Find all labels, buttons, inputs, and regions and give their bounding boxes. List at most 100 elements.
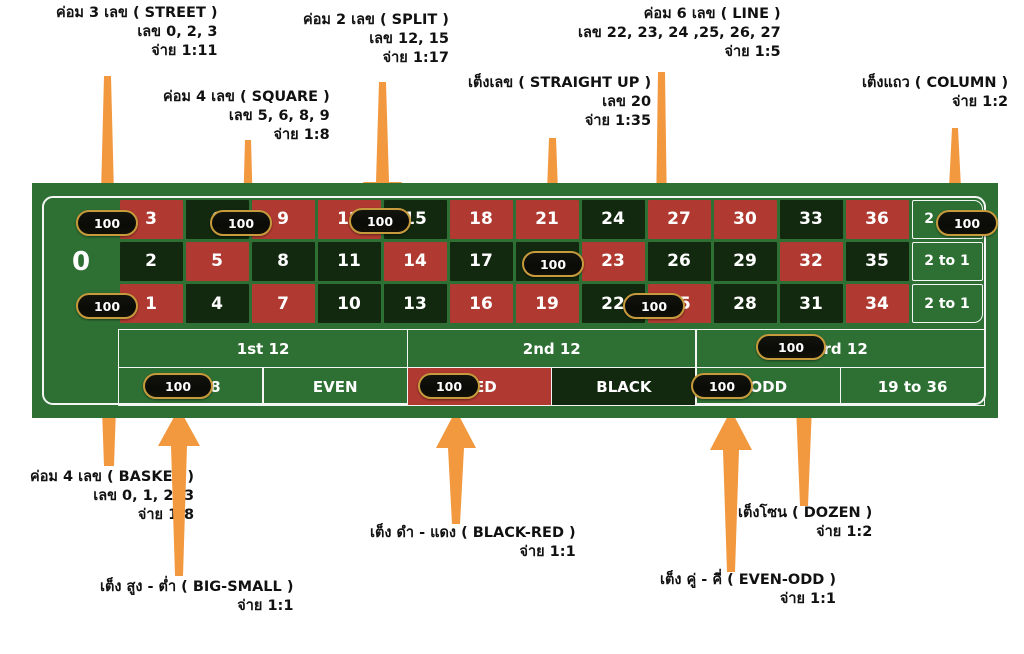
bet-cell-23[interactable]: 23 [581,241,645,282]
chip-value: 100 [227,215,255,231]
callout-payout: จ่าย 1:2 [951,94,1009,110]
bet-cell-13[interactable]: 13 [383,284,447,324]
bet-cell-4[interactable]: 4 [185,284,249,324]
chip-value: 100 [953,215,981,231]
number-label: 5 [211,251,223,272]
number-label: 22 [601,293,625,314]
number-label: 23 [601,251,625,272]
dozen-label: 2nd 12 [522,339,581,358]
callout-title: ค่อม 4 เลข ( SQUARE ) [163,89,330,105]
bet-cell-26[interactable]: 26 [647,241,711,282]
chip-red[interactable]: 100 [418,373,480,399]
number-label: 16 [469,293,493,314]
callout-payout: จ่าย 1:5 [724,44,781,60]
outside-bet-black[interactable]: BLACK [550,367,697,406]
dozen-label: 1st 12 [236,339,290,358]
chip-value: 100 [539,256,567,272]
bet-cell-30[interactable]: 30 [713,199,777,239]
roulette-betting-layout: 0 32165498712111015141318171621201924232… [32,183,998,418]
chip-low-1-to-18[interactable]: 100 [143,373,213,399]
bet-cell-33[interactable]: 33 [779,199,843,239]
callout-straight-up: เต็งเลข ( STRAIGHT UP ) เลข 20 จ่าย 1:35 [468,74,651,131]
number-label: 7 [277,293,289,314]
column-bet-3[interactable]: 2 to 1 [911,284,983,324]
number-label: 11 [337,251,361,272]
bet-cell-19[interactable]: 19 [515,284,579,324]
chip-street-0-2-3[interactable]: 100 [76,210,138,236]
chip-dozen-3rd[interactable]: 100 [756,334,826,360]
chip-split-12-15[interactable]: 100 [349,208,411,234]
number-label: 4 [211,293,223,314]
callout-numbers: เลข 12, 15 [369,31,449,47]
outside-bet-label: EVEN [312,377,358,396]
callout-split: ค่อม 2 เลข ( SPLIT ) เลข 12, 15 จ่าย 1:1… [303,11,449,68]
bet-cell-14[interactable]: 14 [383,241,447,282]
bet-cell-27[interactable]: 27 [647,199,711,239]
dozen-bet-2[interactable]: 2nd 12 [406,329,697,368]
callout-square: ค่อม 4 เลข ( SQUARE ) เลข 5, 6, 8, 9 จ่า… [163,88,330,145]
number-label: 13 [403,293,427,314]
outside-bet-even[interactable]: EVEN [262,367,409,406]
bet-cell-2[interactable]: 2 [119,241,183,282]
chip-value: 100 [640,298,668,314]
callout-even-odd: เต็ง คู่ - คี่ ( EVEN-ODD ) จ่าย 1:1 [660,571,836,609]
callout-black-red: เต็ง ดำ - แดง ( BLACK-RED ) จ่าย 1:1 [370,524,576,562]
number-column: 18 17 16 [448,198,514,325]
number-label: 31 [799,293,823,314]
number-label: 32 [799,251,823,272]
numbers-grid: 0 32165498712111015141318171621201924232… [44,198,984,325]
outside-bet-label: BLACK [596,377,652,396]
chip-value: 100 [777,339,805,355]
chip-column-top[interactable]: 100 [936,210,998,236]
bet-cell-29[interactable]: 29 [713,241,777,282]
number-label: 21 [535,209,559,230]
bet-cell-35[interactable]: 35 [845,241,909,282]
dozen-bet-1[interactable]: 1st 12 [118,329,409,368]
bet-cell-28[interactable]: 28 [713,284,777,324]
bet-cell-8[interactable]: 8 [251,241,315,282]
arrow-big-small [150,404,208,576]
number-label: 17 [469,251,493,272]
number-label: 24 [601,209,625,230]
chip-square-5-6-8-9[interactable]: 100 [210,210,272,236]
bet-cell-24[interactable]: 24 [581,199,645,239]
column-bet-label: 2 to 1 [924,253,970,270]
callout-payout: จ่าย 1:1 [237,598,294,614]
bet-cell-7[interactable]: 7 [251,284,315,324]
bet-cell-17[interactable]: 17 [449,241,513,282]
callout-payout: จ่าย 1:11 [151,43,218,59]
bet-cell-34[interactable]: 34 [845,284,909,324]
bet-cell-11[interactable]: 11 [317,241,381,282]
number-label: 8 [277,251,289,272]
bet-cell-18[interactable]: 18 [449,199,513,239]
bet-cell-5[interactable]: 5 [185,241,249,282]
column-bet-2[interactable]: 2 to 1 [911,241,983,282]
chip-line-22-27[interactable]: 100 [623,293,685,319]
bet-cell-31[interactable]: 31 [779,284,843,324]
chip-basket-0-1-2-3[interactable]: 100 [76,293,138,319]
bet-cell-16[interactable]: 16 [449,284,513,324]
dozen-bet-3[interactable]: 3rd 12 [695,329,986,368]
number-label: 33 [799,209,823,230]
chip-value: 100 [708,378,736,394]
arrow-even-odd [702,406,760,572]
bet-cell-32[interactable]: 32 [779,241,843,282]
callout-title: เต็ง ดำ - แดง ( BLACK-RED ) [370,525,576,541]
callout-title: เต็งเลข ( STRAIGHT UP ) [468,75,652,91]
zero-label: 0 [71,246,91,277]
bet-cell-21[interactable]: 21 [515,199,579,239]
column-bet-label: 2 to 1 [924,295,970,312]
callout-numbers: เลข 20 [602,94,652,110]
callout-title: เต็ง สูง - ต่ำ ( BIG-SMALL ) [100,579,294,595]
outside-bet-label: 19 to 36 [877,377,948,396]
bet-cell-10[interactable]: 10 [317,284,381,324]
chip-straight-20[interactable]: 100 [522,251,584,277]
bet-cell-36[interactable]: 36 [845,199,909,239]
number-column: 36 35 34 [844,198,910,325]
outside-bet-19-to-36[interactable]: 19 to 36 [839,367,986,406]
number-label: 18 [469,209,493,230]
roulette-betting-guide: ค่อม 3 เลข ( STREET ) เลข 0, 2, 3 จ่าย 1… [0,0,1024,654]
chip-odd[interactable]: 100 [691,373,753,399]
number-column: 33 32 31 [778,198,844,325]
callout-title: เต็ง คู่ - คี่ ( EVEN-ODD ) [660,572,836,588]
